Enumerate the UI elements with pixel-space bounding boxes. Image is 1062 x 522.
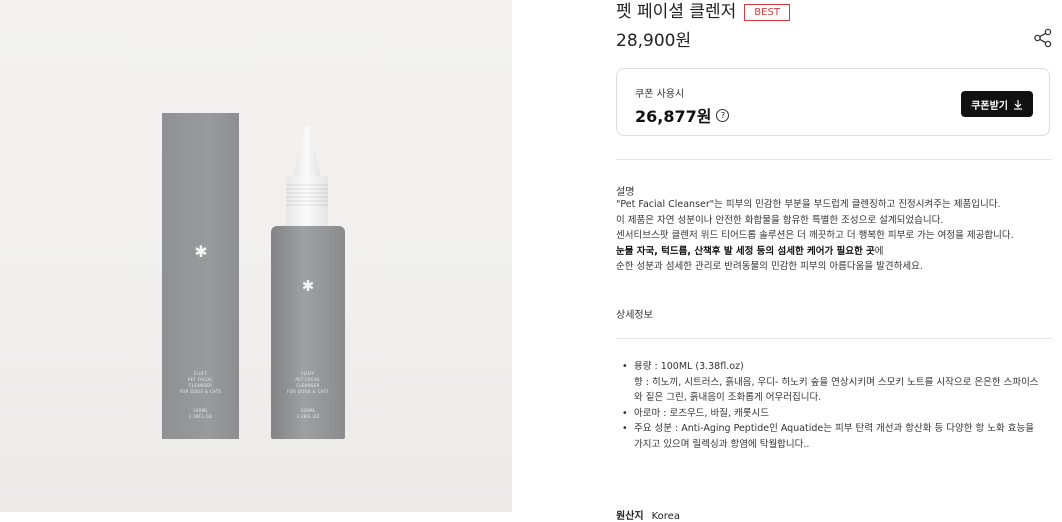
description-heading: 설명 [616,187,635,198]
detail-item: 아로마 : 로즈우드, 바질, 캐롯시드 [622,406,1054,422]
brand-star-icon: ✱ [194,242,208,261]
description-line: 이 제품은 자연 성분이나 안전한 화합물을 함유한 특별한 조성으로 설계되었… [616,214,944,226]
description-line-emphasis: 눈물 자국, 턱드름, 산책후 발 세정 등의 섬세한 케어가 필요한 곳에 [616,244,1056,260]
brand-star-icon: ✱ [301,277,315,295]
description-text: "Pet Facial Cleanser"는 피부의 민감한 부분을 부드럽게 … [616,197,1056,275]
description-line: 센서티브스팟 클렌저 위드 티어드롭 솔루션은 더 깨끗하고 더 행복한 피부로… [616,230,1014,242]
detail-item-line: 용량 : 100ML (3.38fl.oz) [634,361,744,372]
detail-info-list: 용량 : 100ML (3.38fl.oz) 향 : 히노끼, 시트러스, 흙내… [622,359,1054,453]
product-box: ✱ FLUFF PET FACIAL CLEANSER FOR DOGS & C… [162,113,239,439]
bottle-volume: 100ML 3.38FL.OZ [271,408,345,420]
get-coupon-button[interactable]: 쿠폰받기 [961,91,1033,117]
detail-item-line: 가지고 있으며 릴렉싱과 항염에 탁월합니다.. [634,438,810,450]
download-icon [1014,99,1022,110]
detail-item-line: 아로마 : 로즈우드, 바질, 캐롯시드 [634,407,769,419]
detail-item-line: 주요 성분 : Anti-Aging Peptide인 Aquatide는 피부… [634,423,1034,435]
product-title: 펫 페이셜 클렌저 [616,2,737,22]
box-label: FLUFF PET FACIAL CLEANSER FOR DOGS & CAT… [162,371,239,395]
detail-item-line: 와 짙은 그린, 흙내음이 조화롭게 어우러집니다. [634,392,822,404]
coupon-box: 쿠폰 사용시 26,877원 ? 쿠폰받기 [616,68,1050,136]
detail-info-heading: 상세정보 [616,310,653,321]
bottle-volume-line: 3.38FL.OZ [296,414,320,419]
help-icon[interactable]: ? [716,108,730,122]
coupon-price: 26,877원 [635,107,712,126]
bottle-label: FLUFF PET FACIAL CLEANSER FOR DOGS & CAT… [271,371,345,395]
detail-item: 용량 : 100ML (3.38fl.oz) 향 : 히노끼, 시트러스, 흙내… [622,359,1054,406]
detail-item-line: 향 : 히노끼, 시트러스, 흙내음, 우디- 히노키 숲을 연상시키며 스모키… [634,376,1039,388]
bottle-nozzle [293,126,321,177]
product-price: 28,900원 [616,31,692,51]
description-line: "Pet Facial Cleanser"는 피부의 민감한 부분을 부드럽게 … [616,199,1001,210]
description-line: 순한 성분과 섬세한 관리로 반려동물의 민감한 피부의 아름다움을 발견하세요… [616,261,923,273]
origin-label: 원산지 [616,511,644,522]
detail-item: 주요 성분 : Anti-Aging Peptide인 Aquatide는 피부… [622,421,1054,452]
share-icon[interactable] [1033,28,1053,48]
bottle-cap [286,176,328,228]
box-label-line: FOR DOGS & CATS [179,389,222,394]
get-coupon-label: 쿠폰받기 [971,100,1008,112]
box-volume-line: 3.38FL.OZ [188,414,213,419]
coupon-label: 쿠폰 사용시 [635,89,685,100]
description-bold-suffix: 에 [874,245,884,257]
divider [616,159,1052,160]
divider [616,338,1052,339]
best-badge: BEST [744,3,790,21]
coupon-price-row: 26,877원 ? [635,103,730,127]
box-volume: 100ML 3.38FL.OZ [162,408,239,420]
bottle-label-line: FOR DOGS & CATS [287,389,329,394]
product-title-row: 펫 페이셜 클렌저 BEST [616,0,790,24]
product-image: ✱ FLUFF PET FACIAL CLEANSER FOR DOGS & C… [0,0,512,512]
bottle-body: ✱ FLUFF PET FACIAL CLEANSER FOR DOGS & C… [271,226,345,439]
origin-value: Korea [651,511,680,522]
description-bold: 눈물 자국, 턱드름, 산책후 발 세정 등의 섬세한 케어가 필요한 곳 [616,245,875,257]
